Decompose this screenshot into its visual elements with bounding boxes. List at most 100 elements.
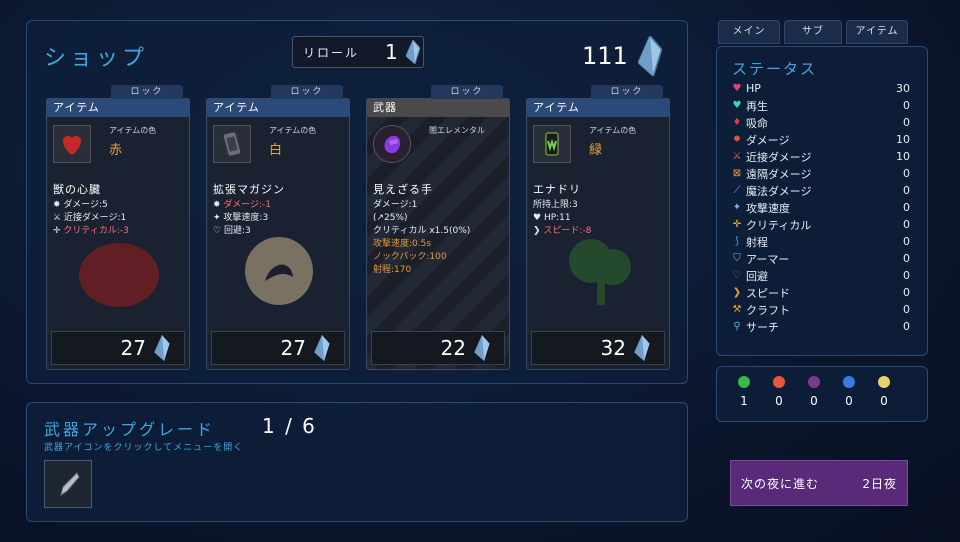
card-type-label: アイテム (207, 99, 349, 117)
tab-main[interactable]: メイン (718, 20, 780, 44)
weapon-upgrade-hint: 武器アイコンをクリックしてメニューを開く (44, 443, 244, 453)
stat-row: ♦ 吸命 0 (730, 114, 910, 131)
effect-line: 攻撃速度:0.5s (373, 239, 432, 249)
stat-value: 0 (903, 252, 910, 265)
stats-title: ステータス (732, 60, 818, 78)
fruit-icon (738, 376, 750, 388)
item-name: エナドリ (533, 183, 581, 196)
stat-row: ⚒ クラフト 0 (730, 301, 910, 318)
lock-button[interactable]: ロック (271, 85, 343, 99)
effect-line: 所持上限:3 (533, 200, 578, 210)
next-night-button[interactable]: 次の夜に進む 2日夜 (730, 460, 908, 506)
stat-name: 回避 (746, 269, 768, 283)
stat-name: ダメージ (746, 133, 790, 147)
stat-name: 魔法ダメージ (746, 184, 812, 198)
stat-value: 30 (896, 82, 910, 95)
effect-line: ⚔ 近接ダメージ:1 (53, 213, 127, 223)
item-color-value: 白 (269, 143, 283, 158)
stat-row: ♥ HP 30 (730, 80, 910, 97)
stat-name: HP (746, 82, 761, 95)
search-icon: ⚲ (733, 321, 741, 332)
reroll-cost: 1 (385, 40, 398, 64)
knife-icon (60, 472, 80, 497)
tab-items[interactable]: アイテム (846, 20, 908, 44)
fruit-count: 1 (740, 394, 748, 408)
stat-name: 射程 (746, 235, 768, 249)
stat-value: 0 (903, 235, 910, 248)
card-type-label: 武器 (367, 99, 509, 117)
fruit-counter: 0 (841, 376, 857, 408)
stat-row: ✸ ダメージ 10 (730, 131, 910, 148)
reroll-label: リロール (303, 45, 360, 60)
lock-button[interactable]: ロック (431, 85, 503, 99)
item-color-label: アイテムの色 (269, 126, 317, 135)
fruit-counts: 1 0 0 0 0 (736, 376, 892, 408)
item-color-value: 緑 (589, 143, 603, 158)
damage-icon: ✸ (732, 134, 742, 145)
crystal-icon (634, 335, 650, 361)
stat-row: ♡ 回避 0 (730, 267, 910, 284)
crystal-icon (405, 39, 421, 65)
effect-line: ♥ HP:11 (533, 213, 571, 223)
stat-value: 0 (903, 320, 910, 333)
weapon-effects: ダメージ:1 (↗25%) クリティカル x1.5(0%) 攻撃速度:0.5s … (373, 199, 470, 277)
effect-line: 射程:170 (373, 265, 412, 275)
lock-button[interactable]: ロック (111, 85, 183, 99)
fruit-counter: 0 (806, 376, 822, 408)
stat-row: ♥ 再生 0 (730, 97, 910, 114)
item-name: 獣の心臓 (53, 183, 101, 196)
armor-icon: ⛉ (733, 253, 741, 264)
price-value: 32 (600, 336, 626, 360)
shop-card-extended-magazine[interactable]: ロック アイテム アイテムの色 白 拡張マガジン ✸ ダメージ:-1 ✦ 攻撃速… (206, 85, 350, 370)
stat-value: 10 (896, 150, 910, 163)
stat-row: ⟋ 魔法ダメージ 0 (730, 182, 911, 199)
tab-sub[interactable]: サブ (784, 20, 842, 44)
lifesteal-icon: ♦ (732, 117, 742, 128)
crystal-icon (314, 335, 330, 361)
item-name: 見えざる手 (373, 183, 433, 196)
crit-icon: ✛ (732, 219, 742, 230)
melee-icon: ⚔ (732, 151, 742, 162)
price-value: 27 (280, 336, 306, 360)
stat-value: 0 (903, 184, 910, 197)
stat-row: ⚲ サーチ 0 (730, 318, 910, 335)
stat-name: 遠隔ダメージ (746, 167, 812, 181)
stat-value: 0 (903, 269, 910, 282)
stat-value: 0 (903, 201, 910, 214)
fruit-icon (808, 376, 820, 388)
stat-row: ⊠ 遠隔ダメージ 0 (730, 165, 910, 182)
money-display: 111 (582, 34, 663, 78)
heart-art-icon (79, 243, 159, 307)
fruit-counter: 0 (771, 376, 787, 408)
fruit-count: 0 (775, 394, 783, 408)
stat-name: アーマー (746, 252, 790, 266)
fruit-count: 0 (845, 394, 853, 408)
tree-art-icon (569, 239, 631, 305)
stat-row: ⚔ 近接ダメージ 10 (730, 148, 910, 165)
shop-card-beast-heart[interactable]: ロック アイテム アイテムの色 赤 獣の心臓 ✸ ダメージ:5 ⚔ 近接ダメージ… (46, 85, 190, 370)
fruit-counter: 0 (876, 376, 892, 408)
night-number: 2日夜 (862, 476, 897, 491)
speed-icon: ❯ (732, 287, 742, 298)
price-box: 32 (531, 331, 665, 365)
shop-card-energy-drink[interactable]: ロック アイテム アイテムの色 緑 エナドリ 所持上限:3 ♥ HP:11 ❯ … (526, 85, 670, 370)
fruit-icon (878, 376, 890, 388)
heart-icon: ♥ (732, 83, 742, 94)
reroll-button[interactable]: リロール 1 (292, 36, 424, 68)
stat-name: クラフト (746, 303, 790, 317)
card-type-label: アイテム (527, 99, 669, 117)
price-box: 22 (371, 331, 505, 365)
effect-line: ✦ 攻撃速度:3 (213, 213, 269, 223)
shop-card-invisible-hand[interactable]: ロック 武器 闇エレメンタル 見えざる手 ダメージ:1 (↗25%) クリティカ… (366, 85, 510, 370)
stat-name: スピード (746, 286, 790, 300)
weapon-slot-knife[interactable] (44, 460, 92, 508)
lock-button[interactable]: ロック (591, 85, 663, 99)
effect-line: ダメージ:1 (373, 200, 418, 210)
stat-value: 10 (896, 133, 910, 146)
crystal-icon (474, 335, 490, 361)
stat-name: サーチ (746, 320, 779, 334)
weapon-upgrade-title: 武器アップグレード (44, 420, 216, 439)
crystal-icon (637, 34, 663, 78)
stat-value: 0 (903, 286, 910, 299)
fruit-counter: 1 (736, 376, 752, 408)
